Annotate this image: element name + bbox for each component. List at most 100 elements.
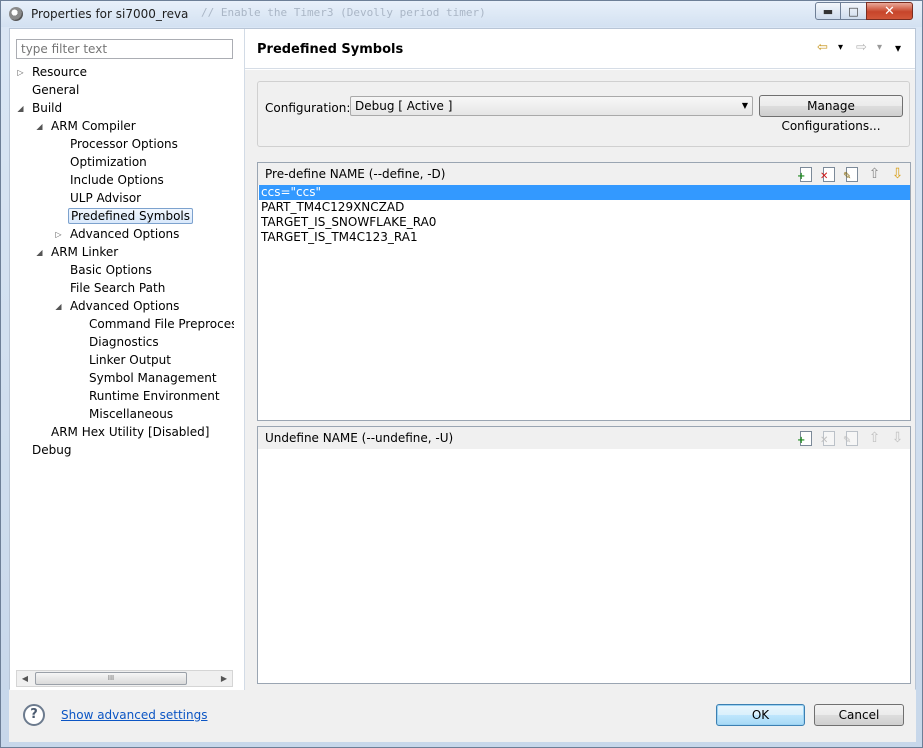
tree-item-label: Miscellaneous: [89, 407, 174, 421]
tree-item-file-search-path[interactable]: File Search Path: [68, 280, 167, 297]
expanded-twisty-icon[interactable]: ◢: [54, 302, 63, 311]
tree-item-label: Advanced Options: [70, 299, 180, 313]
move-down-icon[interactable]: ⇩: [889, 166, 906, 182]
tree-item-optimization[interactable]: Optimization: [68, 154, 149, 171]
configuration-value: Debug [ Active ]: [355, 99, 453, 113]
configuration-select[interactable]: Debug [ Active ] ▼: [350, 96, 753, 116]
tree-item-arm-hex-utility[interactable]: ARM Hex Utility [Disabled]: [49, 424, 211, 441]
move-up-icon: ⇧: [868, 430, 881, 446]
list-item[interactable]: ccs="ccs": [259, 185, 910, 200]
delete-symbol-icon[interactable]: ✕: [820, 166, 837, 182]
tree-item-general[interactable]: General: [30, 82, 81, 99]
predefine-toolbar: + ✕ ✎ ⇧ ⇩: [797, 166, 906, 182]
tree-item-label: Optimization: [70, 155, 147, 169]
add-symbol-icon[interactable]: +: [797, 430, 814, 446]
undefine-header: Undefine NAME (--undefine, -U) + ✕ ✎ ⇧ ⇩: [258, 427, 910, 449]
scroll-left-arrow-icon[interactable]: ◀: [17, 671, 33, 686]
cancel-button[interactable]: Cancel: [814, 704, 904, 726]
tree-item-advanced-options-linker[interactable]: ◢ Advanced Options: [55, 298, 181, 315]
undefine-toolbar: + ✕ ✎ ⇧ ⇩: [797, 430, 906, 446]
tree-item-symbol-management[interactable]: Symbol Management: [87, 370, 219, 387]
filter-input[interactable]: [16, 39, 233, 59]
undefine-label: Undefine NAME (--undefine, -U): [265, 431, 454, 445]
tree-item-label: ULP Advisor: [70, 191, 142, 205]
tree-item-debug[interactable]: Debug: [30, 442, 73, 459]
app-icon: [9, 7, 23, 21]
tree-item-linker-output[interactable]: Linker Output: [87, 352, 173, 369]
tree-item-processor-options[interactable]: Processor Options: [68, 136, 180, 153]
tree-item-label: Symbol Management: [89, 371, 217, 385]
tree-item-build[interactable]: ◢ Build: [17, 100, 64, 117]
predefine-list[interactable]: ccs="ccs" PART_TM4C129XNCZAD TARGET_IS_SNO…: [259, 185, 910, 245]
tree-item-basic-options[interactable]: Basic Options: [68, 262, 154, 279]
view-menu-chevron-down-icon[interactable]: ▾: [895, 41, 901, 55]
collapsed-twisty-icon[interactable]: ▷: [54, 230, 63, 239]
forward-menu-chevron-down-icon[interactable]: ▾: [877, 41, 882, 55]
page-body: Configuration: Debug [ Active ] ▼ Manage…: [245, 70, 915, 690]
tree-item-label: Linker Output: [89, 353, 171, 367]
predefine-header: Pre-define NAME (--define, -D) + ✕ ✎ ⇧ ⇩: [258, 163, 910, 185]
configuration-label: Configuration:: [265, 101, 351, 115]
manage-configurations-button[interactable]: Manage Configurations...: [759, 95, 903, 133]
minimize-button[interactable]: ▬: [815, 2, 841, 20]
window-title: Properties for si7000_reva: [31, 7, 189, 21]
edit-symbol-icon[interactable]: ✎: [843, 166, 860, 182]
expanded-twisty-icon[interactable]: ◢: [35, 248, 44, 257]
dropdown-arrow-icon[interactable]: ▼: [742, 97, 748, 115]
predefine-group: Pre-define NAME (--define, -D) + ✕ ✎ ⇧ ⇩…: [257, 162, 911, 421]
tree-item-ulp-advisor[interactable]: ULP Advisor: [68, 190, 143, 207]
tree-item-label: Build: [32, 101, 63, 115]
maximize-button[interactable]: □: [840, 2, 867, 20]
tree-item-label: Predefined Symbols: [68, 208, 194, 224]
scroll-right-arrow-icon[interactable]: ▶: [216, 671, 232, 686]
tree-item-runtime-environment[interactable]: Runtime Environment: [87, 388, 222, 405]
tree-item-arm-compiler[interactable]: ◢ ARM Compiler: [36, 118, 138, 135]
delete-symbol-icon: ✕: [820, 430, 837, 446]
tree-item-label: General: [32, 83, 80, 97]
forward-arrow-icon[interactable]: ⇨: [856, 41, 867, 55]
tree-item-label: Advanced Options: [70, 227, 180, 241]
tree-item-miscellaneous[interactable]: Miscellaneous: [87, 406, 175, 423]
back-arrow-icon[interactable]: ⇦: [817, 41, 828, 55]
tree-item-command-file-preprocessing[interactable]: Command File Preprocessing: [87, 316, 234, 333]
tree-item-label: Basic Options: [70, 263, 152, 277]
edit-symbol-icon: ✎: [843, 430, 860, 446]
configuration-group: Configuration: Debug [ Active ] ▼ Manage…: [257, 81, 910, 147]
collapsed-twisty-icon[interactable]: ▷: [16, 68, 25, 77]
list-item[interactable]: TARGET_IS_SNOWFLAKE_RA0: [259, 215, 910, 230]
show-advanced-settings-link[interactable]: Show advanced settings: [61, 708, 208, 722]
undefine-group: Undefine NAME (--undefine, -U) + ✕ ✎ ⇧ ⇩: [257, 426, 911, 684]
move-up-icon[interactable]: ⇧: [866, 166, 883, 182]
list-item[interactable]: PART_TM4C129XNCZAD: [259, 200, 910, 215]
scroll-thumb[interactable]: III: [35, 672, 187, 685]
tree-item-include-options[interactable]: Include Options: [68, 172, 166, 189]
tree-item-predefined-symbols[interactable]: Predefined Symbols: [68, 208, 194, 225]
tree-item-label: Diagnostics: [89, 335, 159, 349]
tree-item-diagnostics[interactable]: Diagnostics: [87, 334, 161, 351]
title-bar[interactable]: Properties for si7000_reva // Enable the…: [1, 1, 922, 27]
tree-item-advanced-options-compiler[interactable]: ▷ Advanced Options: [55, 226, 181, 243]
list-item[interactable]: TARGET_IS_TM4C123_RA1: [259, 230, 910, 245]
tree-item-label: Command File Preprocessing: [89, 317, 234, 331]
help-icon[interactable]: ?: [23, 704, 45, 726]
expanded-twisty-icon[interactable]: ◢: [35, 122, 44, 131]
tree-item-label: ARM Hex Utility [Disabled]: [51, 425, 210, 439]
tree-item-label: ARM Linker: [51, 245, 119, 259]
ok-button[interactable]: OK: [716, 704, 805, 726]
tree-item-label: Debug: [32, 443, 72, 457]
back-menu-chevron-down-icon[interactable]: ▾: [838, 41, 843, 55]
navigation-pane: ▷ Resource General ◢ Build ◢ ARM Compiler Proce…: [10, 29, 244, 690]
predefine-label: Pre-define NAME (--define, -D): [265, 167, 446, 181]
tree-item-label: ARM Compiler: [51, 119, 136, 133]
expanded-twisty-icon[interactable]: ◢: [16, 104, 25, 113]
tree-item-arm-linker[interactable]: ◢ ARM Linker: [36, 244, 120, 261]
close-button[interactable]: ✕: [866, 2, 913, 20]
tree-horizontal-scrollbar[interactable]: ◀ III ▶: [16, 670, 233, 687]
properties-dialog: Properties for si7000_reva // Enable the…: [0, 0, 923, 748]
tree-item-resource[interactable]: ▷ Resource: [17, 64, 89, 81]
add-symbol-icon[interactable]: +: [797, 166, 814, 182]
move-down-icon: ⇩: [891, 430, 904, 446]
page-header: Predefined Symbols ⇦ ▾ ⇨ ▾ ▾: [245, 29, 915, 69]
background-code-text: // Enable the Timer3 (Devolly period tim…: [201, 6, 486, 19]
tree-item-label: Runtime Environment: [89, 389, 220, 403]
